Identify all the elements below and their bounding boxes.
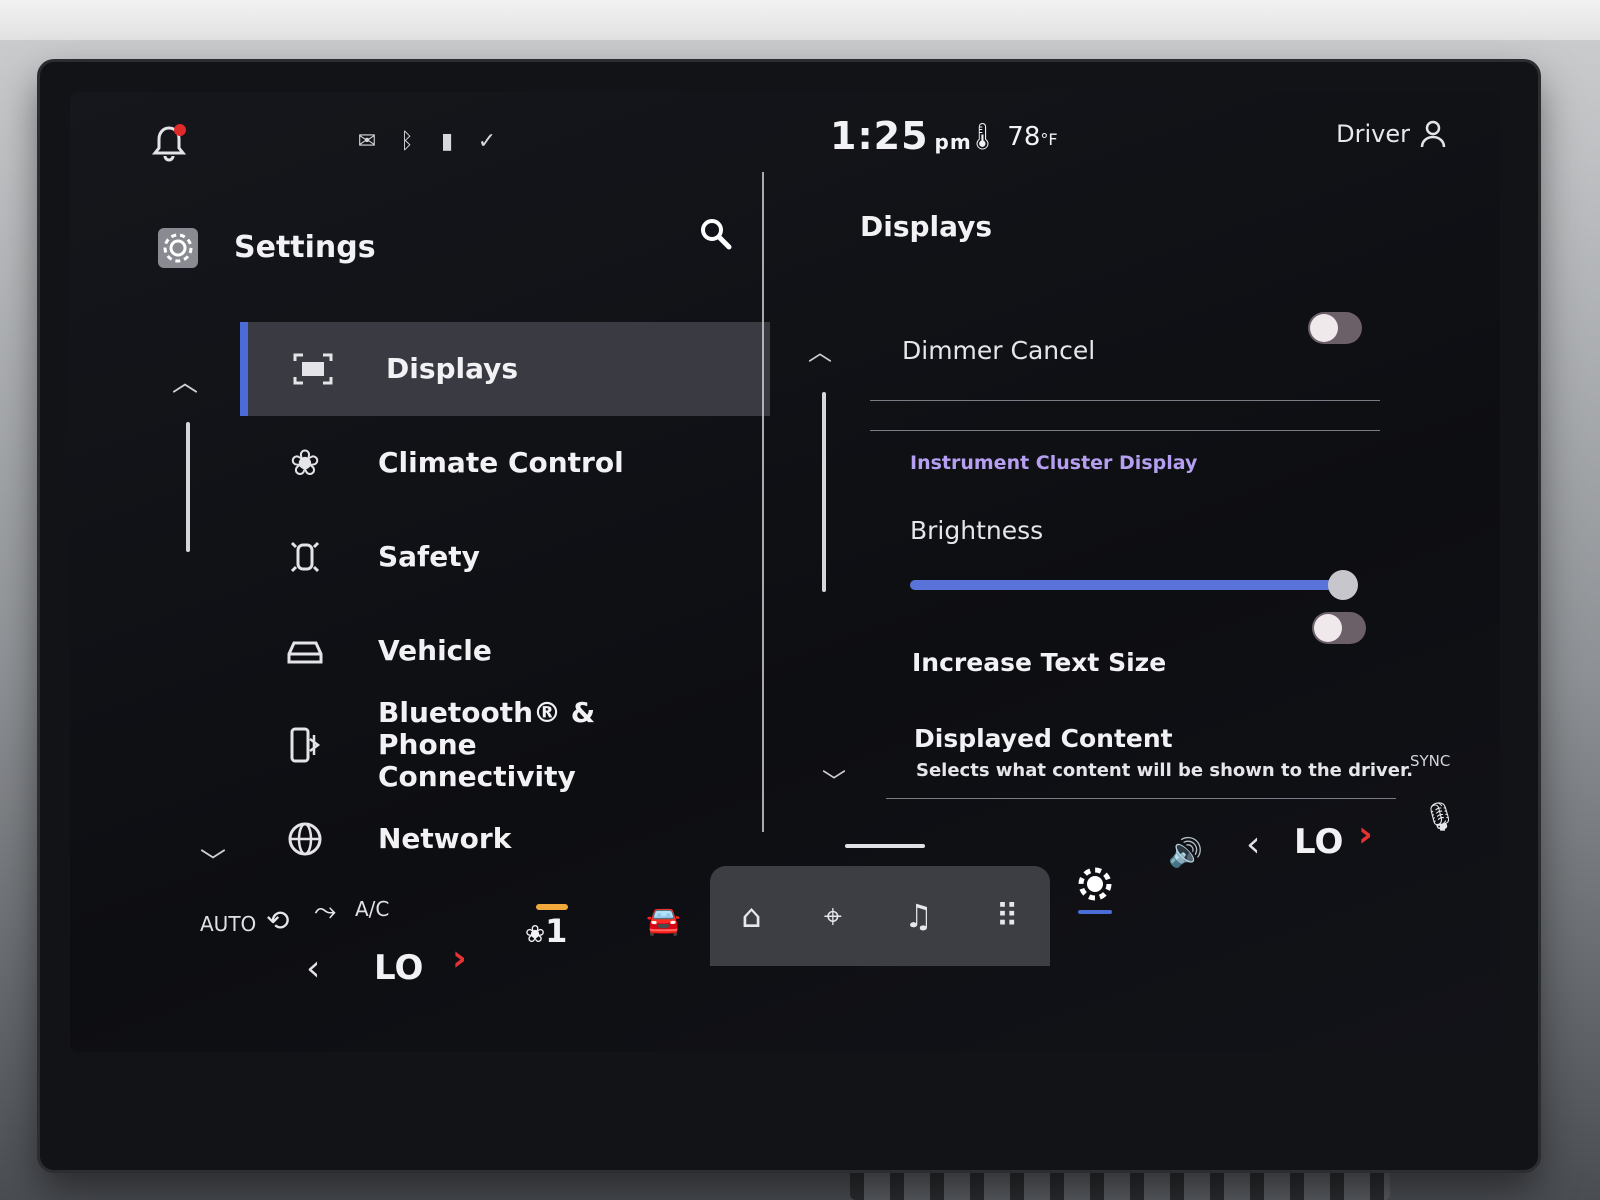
navigation-pin-icon[interactable]: ⌖ (824, 897, 842, 936)
clock-time: 1:25 (830, 114, 929, 158)
displayed-content-label[interactable]: Displayed Content (914, 724, 1173, 753)
toggle-knob (1310, 314, 1338, 342)
driver-temp-down-icon[interactable]: ‹ (306, 948, 320, 989)
passenger-temp-down-icon[interactable]: ‹ (1246, 824, 1260, 865)
panel-divider (762, 172, 764, 832)
settings-active-indicator (1078, 910, 1112, 914)
driver-temperature: LO (374, 948, 424, 988)
brightness-slider[interactable] (910, 570, 1358, 600)
page-title: Settings (234, 230, 376, 265)
outside-temperature: 🌡 78°F (966, 122, 1058, 152)
volume-icon[interactable]: 🔊 (1168, 836, 1203, 869)
menu-item-climate-control[interactable]: ❀ Climate Control (240, 416, 770, 510)
fan-speed[interactable]: ❀1 (525, 912, 567, 950)
displayed-content-description: Selects what content will be shown to th… (916, 760, 1414, 781)
detail-scroll-up-chevron-icon[interactable]: ︿ (808, 332, 832, 367)
dimmer-cancel-toggle[interactable] (1308, 312, 1362, 344)
detail-scrollbar[interactable] (822, 392, 826, 592)
temperature-value: 78 (1007, 122, 1041, 152)
fan-icon: ❀ (525, 920, 546, 948)
detail-title: Displays (860, 210, 993, 243)
detail-scroll-down-chevron-icon[interactable]: ﹀ (822, 762, 846, 797)
ac-button[interactable]: A/C (355, 897, 389, 921)
microphone-icon[interactable]: 🎙 (1422, 800, 1458, 833)
menu-item-label: Network (378, 822, 512, 855)
user-name[interactable]: Driver (1336, 120, 1410, 148)
menu-item-label: Climate Control (378, 446, 624, 479)
music-icon[interactable]: ♫ (904, 897, 933, 935)
settings-menu: Displays ❀ Climate Control Safety Vehicl… (240, 322, 770, 886)
fan-speed-value: 1 (545, 912, 568, 950)
passenger-temperature: LO (1294, 822, 1344, 862)
row-divider (886, 798, 1396, 799)
thermometer-icon: 🌡 (966, 122, 1000, 152)
menu-item-label: Vehicle (378, 634, 492, 667)
phone-bluetooth-icon (280, 720, 330, 770)
brightness-slider-handle[interactable] (1328, 570, 1358, 600)
menu-scrollbar[interactable] (186, 422, 190, 552)
temperature-unit: °F (1040, 130, 1058, 149)
search-icon[interactable] (698, 216, 734, 252)
increase-text-size-label: Increase Text Size (912, 648, 1167, 677)
increase-text-size-toggle[interactable] (1312, 612, 1366, 644)
infotainment-screen: ✉ ᛒ ▮ ✓ 1:25 pm 🌡 78°F Driver Settings ︿ … (70, 92, 1500, 1052)
menu-item-bluetooth-phone[interactable]: Bluetooth® & Phone Connectivity (240, 696, 770, 793)
user-profile-icon[interactable] (1420, 120, 1446, 148)
globe-icon (280, 814, 330, 864)
section-header: Instrument Cluster Display (910, 452, 1198, 474)
settings-dock-icon[interactable] (1075, 864, 1115, 904)
status-icons: ✉ ᛒ ▮ ✓ (355, 130, 499, 154)
recirculation-icon[interactable]: ⟲ (266, 904, 289, 937)
menu-item-label: Safety (378, 540, 480, 573)
dimmer-cancel-label: Dimmer Cancel (902, 336, 1096, 365)
sync-label[interactable]: SYNC (1410, 752, 1450, 770)
notification-dot-icon (174, 124, 186, 136)
menu-item-vehicle[interactable]: Vehicle (240, 604, 770, 698)
message-icon: ✉ (357, 129, 377, 154)
climate-auto-button[interactable]: AUTO (200, 912, 256, 936)
menu-item-network[interactable]: Network (240, 792, 770, 886)
menu-item-label: Displays (386, 352, 519, 385)
phone-battery-icon: ▮ (440, 129, 454, 154)
passenger-temp-up-icon[interactable]: › (1358, 814, 1373, 855)
menu-item-displays[interactable]: Displays (240, 322, 770, 416)
row-divider (870, 400, 1380, 401)
climate-icon: ❀ (289, 442, 321, 484)
home-icon[interactable]: ⌂ (741, 897, 761, 935)
menu-item-safety[interactable]: Safety (240, 510, 770, 604)
status-bar: ✉ ᛒ ▮ ✓ 1:25 pm 🌡 78°F Driver (70, 92, 1500, 182)
app-dock: ⌂ ⌖ ♫ ⠿ (710, 866, 1050, 966)
notification-bell-icon[interactable] (151, 124, 187, 164)
app-grid-icon[interactable]: ⠿ (995, 897, 1018, 935)
fan-level-indicator (536, 904, 568, 910)
check-circle-icon: ✓ (477, 129, 497, 154)
safety-icon (280, 532, 330, 582)
settings-app-icon (158, 228, 198, 268)
toggle-knob (1314, 614, 1342, 642)
display-icon (288, 344, 338, 394)
scroll-down-chevron-icon[interactable]: ﹀ (200, 842, 226, 879)
dock-handle[interactable] (845, 844, 925, 848)
seat-airflow-icon[interactable]: ⤳ (314, 894, 336, 928)
menu-item-label: Bluetooth® & Phone Connectivity (378, 696, 596, 793)
clock: 1:25 pm (830, 114, 972, 158)
bluetooth-icon: ᛒ (400, 129, 414, 154)
row-divider (870, 430, 1380, 431)
brightness-slider-fill (910, 580, 1350, 590)
car-icon (280, 626, 330, 676)
vehicle-shortcut-icon[interactable]: 🚘 (646, 904, 681, 937)
driver-temp-up-icon[interactable]: › (452, 938, 467, 979)
brightness-label: Brightness (910, 516, 1044, 545)
scroll-up-chevron-icon[interactable]: ︿ (172, 362, 198, 399)
